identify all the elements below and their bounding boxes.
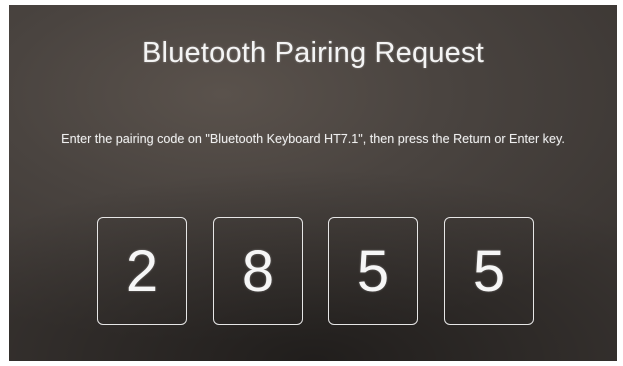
pairing-code: 2 8 5 5	[9, 217, 617, 329]
dialog-title: Bluetooth Pairing Request	[142, 37, 484, 69]
pairing-instructions: Enter the pairing code on "Bluetooth Key…	[61, 132, 565, 146]
pairing-code-digit: 5	[444, 217, 534, 325]
pairing-code-digit: 5	[328, 217, 418, 325]
pairing-code-digit: 2	[97, 217, 187, 325]
pairing-code-digit: 8	[213, 217, 303, 325]
tv-screen: Bluetooth Pairing Request Enter the pair…	[9, 5, 617, 361]
